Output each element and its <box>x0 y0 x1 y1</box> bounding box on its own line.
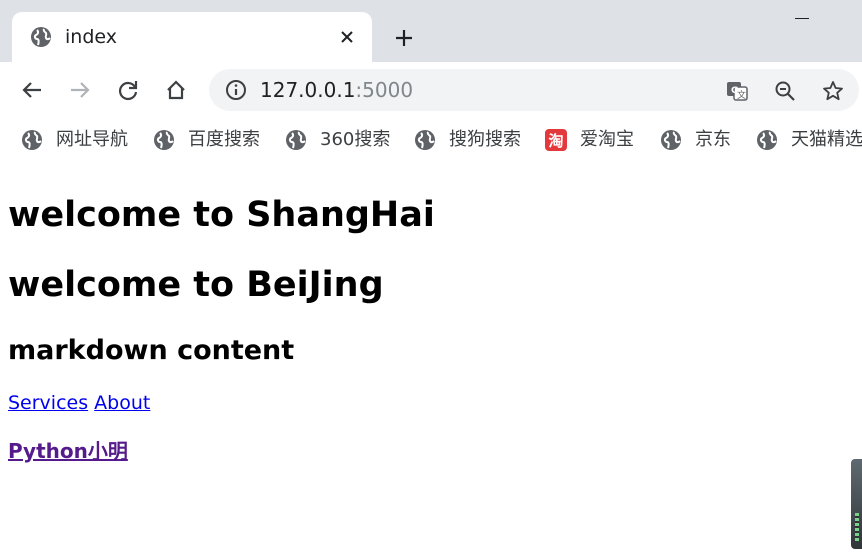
browser-window: index 127.0.0.1:5000 G 文 网址导航 百度搜索 360搜索… <box>0 0 862 559</box>
globe-icon <box>154 130 174 150</box>
close-icon[interactable] <box>336 26 358 48</box>
star-icon[interactable] <box>821 79 845 103</box>
bookmark-item[interactable]: 百度搜索 <box>153 127 260 153</box>
bookmark-label: 爱淘宝 <box>580 129 634 150</box>
url-host: 127.0.0.1 <box>260 78 356 102</box>
back-button[interactable] <box>18 76 46 104</box>
globe-icon <box>757 130 777 150</box>
window-minimize-button[interactable] <box>793 12 811 26</box>
globe-icon <box>22 130 42 150</box>
bookmark-item[interactable]: 360搜索 <box>285 127 390 153</box>
bookmark-label: 京东 <box>695 129 731 150</box>
globe-icon <box>286 130 306 150</box>
toolbar: 127.0.0.1:5000 G 文 <box>0 62 862 118</box>
bookmark-label: 百度搜索 <box>188 129 260 150</box>
bookmark-label: 网址导航 <box>56 129 128 150</box>
bookmark-item[interactable]: 京东 <box>660 127 731 153</box>
url-port: :5000 <box>355 78 414 102</box>
bookmark-item[interactable]: 搜狗搜索 <box>414 127 521 153</box>
bookmark-label: 天猫精选 <box>791 129 862 150</box>
strong-link-container: Python小明 <box>8 438 128 464</box>
globe-icon <box>415 130 435 150</box>
new-tab-button[interactable] <box>392 26 416 50</box>
reload-icon <box>118 81 138 101</box>
home-button[interactable] <box>162 76 190 104</box>
forward-button[interactable] <box>66 76 94 104</box>
arrow-right-icon <box>71 82 90 98</box>
bookmark-item[interactable]: 网址导航 <box>21 127 128 153</box>
svg-text:文: 文 <box>737 89 746 101</box>
reload-button[interactable] <box>114 76 142 104</box>
link-python-xiaoming[interactable]: Python小明 <box>8 439 128 463</box>
bookmark-item[interactable]: 天猫精选 <box>756 127 862 153</box>
bookmarks-bar: 网址导航 百度搜索 360搜索 搜狗搜索 淘 爱淘宝 京东 天猫精选 <box>0 118 862 162</box>
info-icon[interactable] <box>225 79 247 101</box>
bookmark-item[interactable]: 淘 爱淘宝 <box>545 127 634 153</box>
arrow-left-icon <box>22 82 41 98</box>
home-icon <box>167 80 185 100</box>
heading-beijing: welcome to BeiJing <box>8 265 384 305</box>
bookmark-label: 360搜索 <box>320 129 391 150</box>
tab-title: index <box>65 26 117 48</box>
plus-icon <box>396 30 412 46</box>
globe-icon <box>30 26 52 48</box>
tab-index[interactable]: index <box>12 12 372 62</box>
heading-markdown: markdown content <box>8 335 295 366</box>
zoom-out-icon[interactable] <box>773 79 797 103</box>
nav-links: Services About <box>8 391 150 415</box>
tab-strip: index <box>0 0 862 62</box>
link-about[interactable]: About <box>94 392 150 414</box>
link-services[interactable]: Services <box>8 392 88 414</box>
bookmark-label: 搜狗搜索 <box>449 129 521 150</box>
side-widget-handle[interactable] <box>851 459 862 549</box>
taobao-icon: 淘 <box>545 129 567 151</box>
heading-shanghai: welcome to ShangHai <box>8 195 435 235</box>
address-url[interactable]: 127.0.0.1:5000 <box>260 79 413 101</box>
address-bar[interactable]: 127.0.0.1:5000 G 文 <box>209 69 859 111</box>
globe-icon <box>661 130 681 150</box>
translate-icon[interactable]: G 文 <box>725 79 749 103</box>
page-content: welcome to ShangHai welcome to BeiJing m… <box>0 162 862 559</box>
